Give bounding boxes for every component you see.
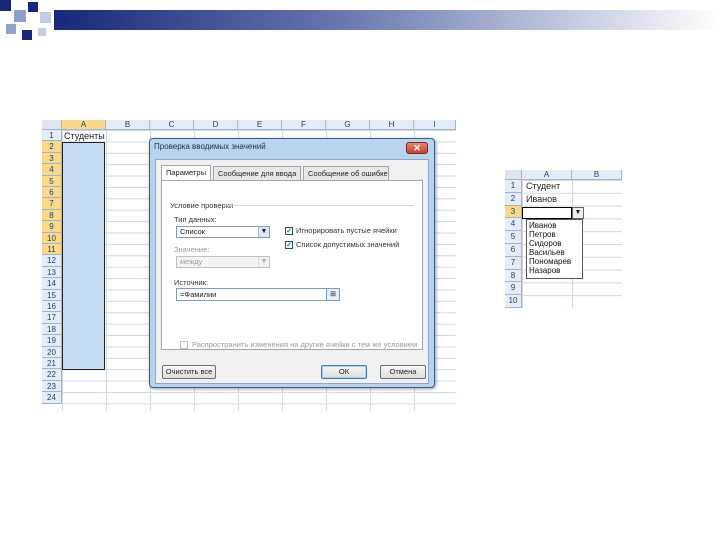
tab-error-message[interactable]: Сообщение об ошибке	[303, 166, 389, 180]
dialog-title: Проверка вводимых значений	[154, 142, 266, 151]
column-header-a[interactable]: A	[62, 120, 106, 130]
deco-gradient-bar	[54, 10, 720, 30]
row-header[interactable]: 20	[42, 346, 62, 358]
tab-parameters[interactable]: Параметры	[161, 165, 211, 181]
deco-square-6	[22, 30, 32, 40]
row-header[interactable]: 9	[505, 282, 522, 296]
dropdown-item[interactable]: Петров	[529, 230, 556, 239]
cell-a2[interactable]: Иванов	[526, 193, 557, 205]
deco-square-4	[40, 12, 51, 23]
column-header-f[interactable]: F	[282, 120, 326, 130]
column-header-a[interactable]: A	[522, 170, 572, 180]
column-header-d[interactable]: D	[194, 120, 238, 130]
row-header[interactable]: 17	[42, 312, 62, 324]
row-header[interactable]: 7	[505, 256, 522, 270]
dropdown-item[interactable]: Пономарев	[529, 257, 571, 266]
row-header[interactable]: 11	[42, 244, 62, 256]
row-header[interactable]: 13	[42, 266, 62, 279]
row-header[interactable]: 10	[42, 232, 62, 244]
deco-square-5	[6, 24, 16, 34]
deco-square-2	[14, 10, 26, 22]
in-cell-dropdown-label: Список допустимых значений	[296, 240, 400, 249]
deco-square-3	[28, 2, 38, 12]
column-header-e[interactable]: E	[238, 120, 282, 130]
dropdown-item[interactable]: Сидоров	[529, 239, 562, 248]
row-header[interactable]: 24	[42, 392, 62, 404]
data-type-value: Список	[180, 227, 205, 236]
row-header[interactable]: 4	[505, 218, 522, 232]
row-header[interactable]: 12	[42, 255, 62, 267]
clear-all-button[interactable]: Очистить все	[162, 365, 216, 379]
row-header[interactable]: 5	[505, 231, 522, 244]
column-header-i[interactable]: I	[414, 120, 456, 130]
row-header[interactable]: 4	[42, 164, 62, 176]
dropdown-item[interactable]: Васильев	[529, 248, 565, 257]
ok-button[interactable]: ОК	[321, 365, 367, 379]
chevron-down-icon: ▼	[258, 257, 269, 267]
select-all-corner[interactable]	[42, 120, 62, 130]
tab-input-message[interactable]: Сообщение для ввода	[213, 166, 301, 180]
value-label: Значение:	[174, 245, 210, 254]
parameters-panel: Условие проверки Тип данных: Список ▼ ✓ …	[161, 180, 423, 350]
active-cell-a3[interactable]	[522, 207, 572, 219]
in-cell-dropdown-checkbox[interactable]: ✓	[285, 241, 293, 249]
range-picker-icon[interactable]: ⊞	[326, 288, 340, 301]
ignore-blank-checkbox[interactable]: ✓	[285, 227, 293, 235]
chevron-down-icon[interactable]: ▼	[572, 207, 584, 219]
column-header-b[interactable]: B	[572, 170, 622, 180]
row-header[interactable]: 9	[42, 221, 62, 233]
data-type-label: Тип данных:	[174, 215, 217, 224]
row-header[interactable]: 2	[505, 192, 522, 206]
column-header-g[interactable]: G	[326, 120, 370, 130]
data-validation-dialog: Проверка вводимых значений ✕ Параметры С…	[149, 138, 435, 388]
row-header[interactable]: 8	[505, 269, 522, 283]
data-type-select[interactable]: Список ▼	[176, 226, 270, 238]
deco-square-7	[38, 28, 46, 36]
value-select: между ▼	[176, 256, 270, 268]
apply-all-checkbox	[180, 341, 188, 349]
row-header[interactable]: 6	[42, 187, 62, 199]
cell-a1[interactable]: Студент	[526, 180, 560, 192]
row-header[interactable]: 23	[42, 380, 62, 393]
dropdown-list: Иванов Петров Сидоров Васильев Пономарев…	[526, 219, 583, 279]
row-header[interactable]: 22	[42, 369, 62, 381]
source-label: Источник:	[174, 278, 209, 287]
row-header[interactable]: 1	[505, 180, 522, 193]
deco-square-1	[0, 0, 11, 11]
row-header[interactable]: 14	[42, 278, 62, 290]
row-header[interactable]: 15	[42, 289, 62, 301]
column-header-b[interactable]: B	[106, 120, 150, 130]
row-header[interactable]: 1	[42, 130, 62, 142]
chevron-down-icon: ▼	[258, 227, 269, 237]
row-header[interactable]: 16	[42, 301, 62, 313]
section-divider	[224, 205, 414, 206]
row-header[interactable]: 7	[42, 198, 62, 210]
row-header[interactable]: 3	[42, 152, 62, 165]
close-icon[interactable]: ✕	[406, 142, 428, 154]
row-header[interactable]: 21	[42, 358, 62, 370]
cell-a1[interactable]: Студенты	[64, 131, 105, 142]
slide-header-decoration	[0, 0, 720, 48]
column-header-c[interactable]: C	[150, 120, 194, 130]
row-header[interactable]: 5	[42, 175, 62, 187]
row-header[interactable]: 19	[42, 335, 62, 347]
dropdown-item[interactable]: Назаров	[529, 266, 560, 275]
select-all-corner[interactable]	[505, 170, 522, 180]
dialog-body: Параметры Сообщение для ввода Сообщение …	[155, 159, 429, 384]
row-header[interactable]: 6	[505, 244, 522, 257]
row-header[interactable]: 2	[42, 141, 62, 153]
row-header[interactable]: 8	[42, 209, 62, 222]
ignore-blank-label: Игнорировать пустые ячейки	[296, 226, 397, 235]
row-header[interactable]: 3	[505, 205, 522, 219]
source-input[interactable]: =Фамилии	[176, 288, 328, 301]
dropdown-item[interactable]: Иванов	[529, 221, 556, 230]
selected-range-a2-a11[interactable]	[62, 142, 105, 370]
value-select-value: между	[180, 257, 203, 266]
row-header[interactable]: 18	[42, 323, 62, 336]
row-header[interactable]: 10	[505, 295, 522, 308]
apply-all-label: Распространить изменения на другие ячейк…	[192, 340, 418, 349]
column-header-h[interactable]: H	[370, 120, 414, 130]
cancel-button[interactable]: Отмена	[380, 365, 426, 379]
